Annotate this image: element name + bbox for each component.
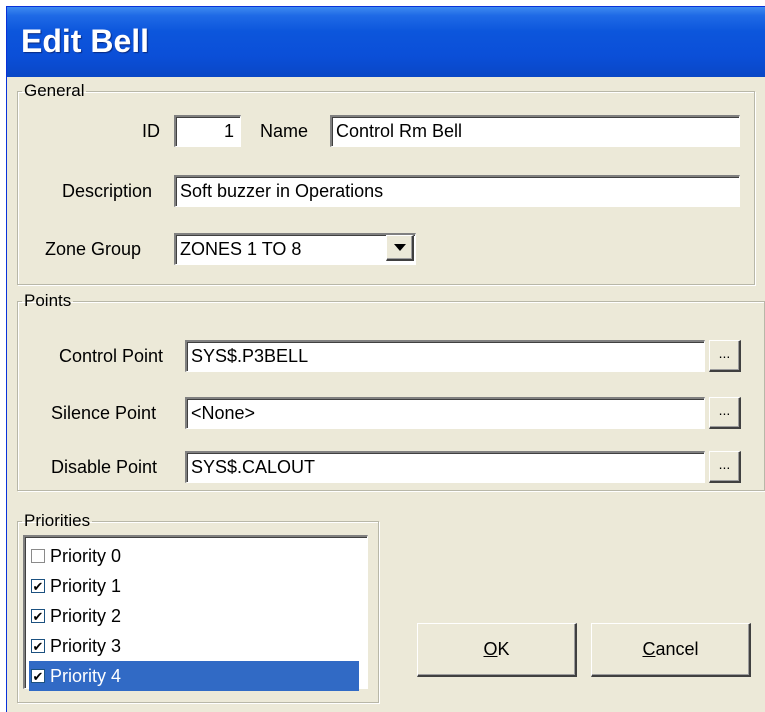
ok-button[interactable]: OK <box>417 623 577 677</box>
name-field[interactable]: Control Rm Bell <box>330 115 740 147</box>
checkbox[interactable]: ✔ <box>31 669 45 683</box>
silence-point-label: Silence Point <box>51 403 157 423</box>
priorities-legend: Priorities <box>24 511 91 530</box>
dropdown-button[interactable] <box>386 235 414 261</box>
priority-item-0[interactable]: Priority 0 <box>29 541 359 571</box>
id-field[interactable]: 1 <box>174 115 241 147</box>
points-legend: Points <box>24 291 72 310</box>
description-label: Description <box>62 181 153 201</box>
priority-item-1[interactable]: ✔ Priority 1 <box>29 571 359 601</box>
name-label: Name <box>260 121 309 141</box>
title-bar[interactable]: Edit Bell <box>7 7 765 77</box>
control-point-browse-button[interactable]: ... <box>709 340 741 372</box>
priority-label: Priority 2 <box>50 605 122 626</box>
dialog-body: General ID 1 Name Control Rm Bell Descri… <box>7 77 765 712</box>
check-icon: ✔ <box>32 608 44 624</box>
control-point-field[interactable]: SYS$.P3BELL <box>185 340 705 372</box>
priority-item-2[interactable]: ✔ Priority 2 <box>29 601 359 631</box>
check-icon: ✔ <box>32 578 44 594</box>
checkbox[interactable] <box>31 549 45 563</box>
cancel-button[interactable]: Cancel <box>591 623 751 677</box>
window-title: Edit Bell <box>21 23 150 59</box>
control-point-label: Control Point <box>59 346 164 366</box>
priority-label: Priority 4 <box>50 665 122 686</box>
description-field[interactable]: Soft buzzer in Operations <box>174 175 740 207</box>
checkbox[interactable]: ✔ <box>31 609 45 623</box>
checkbox[interactable]: ✔ <box>31 579 45 593</box>
silence-point-field[interactable]: <None> <box>185 397 705 429</box>
checkbox[interactable]: ✔ <box>31 639 45 653</box>
cancel-label: Cancel <box>642 639 699 659</box>
ok-label: OK <box>483 639 510 659</box>
priority-label: Priority 3 <box>50 635 122 656</box>
zone-group-label: Zone Group <box>45 239 142 259</box>
id-label: ID <box>142 121 160 141</box>
priority-label: Priority 1 <box>50 575 122 596</box>
priority-item-3[interactable]: ✔ Priority 3 <box>29 631 359 661</box>
edit-bell-dialog: Edit Bell General ID 1 Name Control Rm B… <box>6 6 765 712</box>
priority-label: Priority 0 <box>50 545 122 566</box>
zone-group-value: ZONES 1 TO 8 <box>174 233 416 265</box>
chevron-down-icon <box>393 244 406 251</box>
disable-point-field[interactable]: SYS$.CALOUT <box>185 451 705 483</box>
priority-item-4[interactable]: ✔ Priority 4 <box>29 661 359 691</box>
check-icon: ✔ <box>32 638 44 654</box>
disable-point-label: Disable Point <box>51 457 158 477</box>
general-legend: General <box>24 81 85 100</box>
priorities-list[interactable]: Priority 0 ✔ Priority 1 ✔ Priority 2 ✔ P… <box>23 535 368 691</box>
zone-group-select[interactable]: ZONES 1 TO 8 <box>174 233 416 265</box>
check-icon: ✔ <box>32 668 44 684</box>
disable-point-browse-button[interactable]: ... <box>709 451 741 483</box>
silence-point-browse-button[interactable]: ... <box>709 397 741 429</box>
